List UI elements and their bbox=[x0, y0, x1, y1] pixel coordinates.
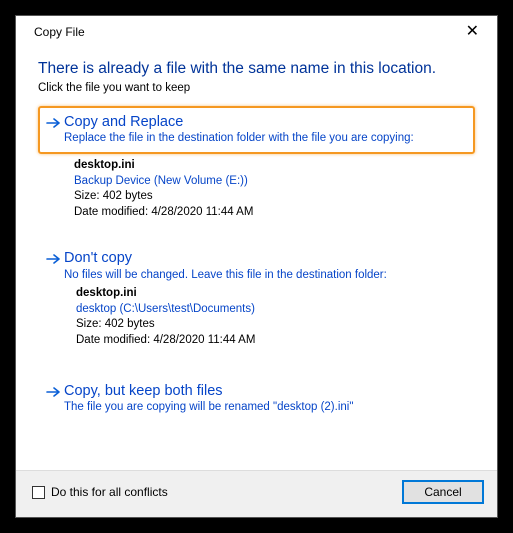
file-name: desktop.ini bbox=[74, 158, 475, 174]
option-head: Copy, but keep both files The file you a… bbox=[46, 383, 465, 415]
file-modified: Date modified: 4/28/2020 11:44 AM bbox=[74, 205, 475, 221]
arrow-right-icon bbox=[46, 117, 64, 129]
option-dont-copy[interactable]: Don't copy No files will be changed. Lea… bbox=[38, 242, 475, 356]
dialog-content: There is already a file with the same na… bbox=[16, 44, 497, 470]
close-button[interactable]: ✕ bbox=[460, 24, 485, 40]
arrow-right-icon bbox=[46, 386, 64, 398]
option-texts: Copy, but keep both files The file you a… bbox=[64, 383, 465, 415]
option-head: Copy and Replace Replace the file in the… bbox=[46, 114, 465, 146]
option-desc: Replace the file in the destination fold… bbox=[64, 132, 465, 146]
file-path: desktop (C:\Users\test\Documents) bbox=[76, 302, 465, 318]
option-texts: Copy and Replace Replace the file in the… bbox=[64, 114, 465, 146]
sub-heading: Click the file you want to keep bbox=[38, 82, 475, 94]
arrow-right-icon bbox=[46, 253, 64, 265]
cancel-button[interactable]: Cancel bbox=[403, 481, 483, 503]
option-texts: Don't copy No files will be changed. Lea… bbox=[64, 250, 465, 282]
file-modified: Date modified: 4/28/2020 11:44 AM bbox=[76, 333, 465, 349]
option-keep-both[interactable]: Copy, but keep both files The file you a… bbox=[38, 375, 475, 423]
file-info-source: desktop.ini Backup Device (New Volume (E… bbox=[74, 158, 475, 220]
main-heading: There is already a file with the same na… bbox=[38, 60, 475, 78]
dialog-footer: Do this for all conflicts Cancel bbox=[16, 470, 497, 517]
option-desc: No files will be changed. Leave this fil… bbox=[64, 269, 465, 283]
titlebar: Copy File ✕ bbox=[16, 16, 497, 44]
file-info-destination: desktop.ini desktop (C:\Users\test\Docum… bbox=[76, 286, 465, 348]
option-head: Don't copy No files will be changed. Lea… bbox=[46, 250, 465, 282]
file-size: Size: 402 bytes bbox=[76, 317, 465, 333]
checkbox-icon[interactable] bbox=[32, 486, 45, 499]
option-desc: The file you are copying will be renamed… bbox=[64, 401, 465, 415]
window-title: Copy File bbox=[34, 25, 460, 39]
option-title: Don't copy bbox=[64, 250, 465, 267]
file-name: desktop.ini bbox=[76, 286, 465, 302]
checkbox-label: Do this for all conflicts bbox=[51, 485, 168, 499]
option-title: Copy, but keep both files bbox=[64, 383, 465, 400]
file-size: Size: 402 bytes bbox=[74, 189, 475, 205]
file-path: Backup Device (New Volume (E:)) bbox=[74, 174, 475, 190]
copy-file-dialog: Copy File ✕ There is already a file with… bbox=[15, 15, 498, 518]
option-title: Copy and Replace bbox=[64, 114, 465, 131]
option-copy-replace[interactable]: Copy and Replace Replace the file in the… bbox=[38, 106, 475, 154]
apply-all-checkbox-wrap[interactable]: Do this for all conflicts bbox=[32, 485, 403, 499]
